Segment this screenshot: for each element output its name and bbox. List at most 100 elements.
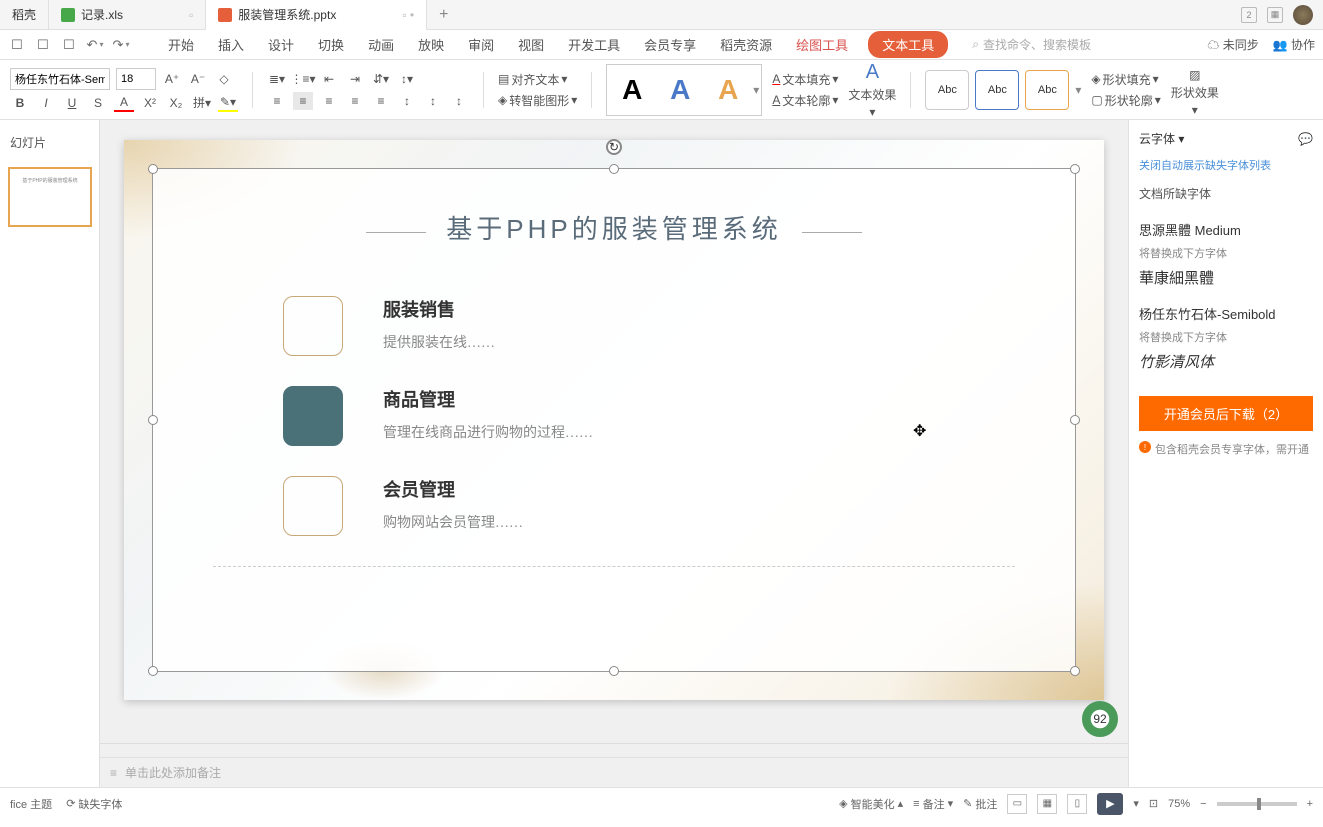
text-frame[interactable]: ↻ 基于PHP的服装管理系统 服装销售提供服装在线…… (152, 168, 1076, 672)
menu-insert[interactable]: 插入 (214, 31, 248, 58)
horizontal-scrollbar[interactable] (100, 743, 1128, 757)
menu-design[interactable]: 设计 (264, 31, 298, 58)
performance-badge[interactable]: 92 (1082, 701, 1118, 737)
align-text-button[interactable]: ▤ 对齐文本▾ (498, 71, 567, 88)
text-style-1[interactable]: A (609, 67, 655, 113)
bold-button[interactable]: B (10, 94, 30, 112)
tab-pptx[interactable]: 服装管理系统.pptx▫ • (206, 0, 427, 30)
resize-handle[interactable] (609, 164, 619, 174)
menu-texttool[interactable]: 文本工具 (868, 31, 948, 58)
menu-docer[interactable]: 稻壳资源 (716, 31, 776, 58)
new-tab-button[interactable]: + (427, 0, 460, 30)
resize-handle[interactable] (1070, 415, 1080, 425)
justify-button[interactable]: ≡ (345, 92, 365, 110)
shape-style-1[interactable]: Abc (925, 70, 969, 110)
italic-button[interactable]: I (36, 94, 56, 112)
user-avatar[interactable] (1293, 5, 1313, 25)
grid-icon[interactable]: ▦ (1267, 7, 1283, 23)
smart-graphic-button[interactable]: ◈ 转智能图形▾ (498, 92, 577, 109)
beautify-button[interactable]: ◈ 智能美化 ▴ (839, 796, 903, 812)
subscript-button[interactable]: X₂ (166, 94, 186, 112)
preview-icon[interactable]: ☐ (60, 36, 78, 54)
outdent-button[interactable]: ⇤ (319, 70, 339, 88)
zoom-level[interactable]: 75% (1168, 798, 1190, 810)
shape-gallery-more-icon[interactable]: ▾ (1075, 83, 1081, 97)
font-item[interactable]: 杨任东竹石体-Semibold 将替换成下方字体 竹影清风体 (1139, 296, 1313, 380)
resize-handle[interactable] (1070, 666, 1080, 676)
indent-button[interactable]: ⇥ (345, 70, 365, 88)
superscript-button[interactable]: X² (140, 94, 160, 112)
highlight-button[interactable]: ✎▾ (218, 94, 238, 112)
shape-style-3[interactable]: Abc (1025, 70, 1069, 110)
strike-button[interactable]: S (88, 94, 108, 112)
list-item[interactable]: 会员管理购物网站会员管理…… (283, 476, 1075, 536)
tab-docer[interactable]: 稻壳 (0, 0, 49, 30)
size-select[interactable] (116, 68, 156, 90)
list-item[interactable]: 商品管理管理在线商品进行购物的过程…… (283, 386, 1075, 446)
window-badge[interactable]: 2 (1241, 7, 1257, 23)
menu-start[interactable]: 开始 (164, 31, 198, 58)
numbering-button[interactable]: ⋮≡▾ (293, 70, 313, 88)
slideshow-button[interactable]: ▶ (1097, 793, 1123, 815)
phonetic-button[interactable]: 拼▾ (192, 94, 212, 112)
menu-view[interactable]: 视图 (514, 31, 548, 58)
collab-button[interactable]: 👥 协作 (1273, 36, 1315, 53)
text-style-3[interactable]: A (705, 67, 751, 113)
clear-format-icon[interactable]: ◇ (214, 70, 234, 88)
save-icon[interactable]: ☐ (8, 36, 26, 54)
cloud-font-dropdown[interactable]: 云字体 ▾ (1139, 130, 1184, 147)
slide-thumbnail-1[interactable]: 基于PHP的服装管理系统 (8, 167, 92, 227)
menu-drawing[interactable]: 绘图工具 (792, 31, 852, 58)
slide-canvas[interactable]: ↻ 基于PHP的服装管理系统 服装销售提供服装在线…… (124, 140, 1104, 700)
resize-handle[interactable] (1070, 164, 1080, 174)
align-center-button[interactable]: ≡ (293, 92, 313, 110)
font-color-button[interactable]: A (114, 94, 134, 112)
text-style-gallery[interactable]: A A A ▾ (606, 64, 762, 116)
redo-icon[interactable]: ↷▾ (112, 36, 130, 54)
resize-handle[interactable] (148, 666, 158, 676)
text-direction-button[interactable]: ⇵▾ (371, 70, 391, 88)
zoom-out-button[interactable]: − (1200, 798, 1206, 810)
list-item[interactable]: 服装销售提供服装在线…… (283, 296, 1075, 356)
tab-actions-icon[interactable]: ▫ • (402, 8, 414, 22)
font-item[interactable]: 思源黑體 Medium 将替换成下方字体 華康細黑體 (1139, 212, 1313, 296)
align-right-button[interactable]: ≡ (319, 92, 339, 110)
comment-icon[interactable]: 💬 (1298, 132, 1313, 146)
sorter-view-button[interactable]: ▦ (1037, 794, 1057, 814)
zoom-in-button[interactable]: + (1307, 798, 1313, 810)
align-left-button[interactable]: ≡ (267, 92, 287, 110)
print-icon[interactable]: ☐ (34, 36, 52, 54)
bullets-button[interactable]: ≣▾ (267, 70, 287, 88)
menu-slideshow[interactable]: 放映 (414, 31, 448, 58)
spacing2-button[interactable]: ↕ (423, 92, 443, 110)
notes-pane[interactable]: ≡ 单击此处添加备注 (100, 757, 1128, 787)
normal-view-button[interactable]: ▭ (1007, 794, 1027, 814)
text-effect-button[interactable]: A文本效果▾ (848, 68, 896, 112)
menu-review[interactable]: 审阅 (464, 31, 498, 58)
spacing3-button[interactable]: ↕ (449, 92, 469, 110)
text-fill-button[interactable]: A 文本填充▾ (772, 71, 838, 88)
shape-outline-button[interactable]: ▢ 形状轮廓▾ (1091, 92, 1160, 109)
download-button[interactable]: 开通会员后下载（2） (1139, 396, 1313, 431)
menu-animation[interactable]: 动画 (364, 31, 398, 58)
text-style-2[interactable]: A (657, 67, 703, 113)
slides-tab[interactable]: 幻灯片 (0, 128, 99, 159)
fit-button[interactable]: ⊡ (1149, 797, 1158, 810)
menu-member[interactable]: 会员专享 (640, 31, 700, 58)
sync-status[interactable]: ☁ 未同步 (1207, 36, 1258, 53)
rotate-handle[interactable]: ↻ (606, 139, 622, 155)
missing-font-status[interactable]: ⟳ 缺失字体 (66, 796, 122, 812)
shape-style-2[interactable]: Abc (975, 70, 1019, 110)
spacing-button[interactable]: ↕ (397, 92, 417, 110)
undo-icon[interactable]: ↶▾ (86, 36, 104, 54)
comment-button[interactable]: ✎ 批注 (963, 796, 997, 812)
increase-font-icon[interactable]: A⁺ (162, 70, 182, 88)
shape-fill-button[interactable]: ◈ 形状填充▾ (1091, 71, 1158, 88)
search-box[interactable]: ⌕ 查找命令、搜索模板 (972, 36, 1091, 53)
underline-button[interactable]: U (62, 94, 82, 112)
play-dropdown[interactable]: ▾ (1133, 797, 1139, 810)
remark-button[interactable]: ≡ 备注 ▾ (913, 796, 953, 812)
distribute-button[interactable]: ≡ (371, 92, 391, 110)
resize-handle[interactable] (609, 666, 619, 676)
close-font-list-link[interactable]: 关闭自动展示缺失字体列表 (1139, 157, 1313, 173)
